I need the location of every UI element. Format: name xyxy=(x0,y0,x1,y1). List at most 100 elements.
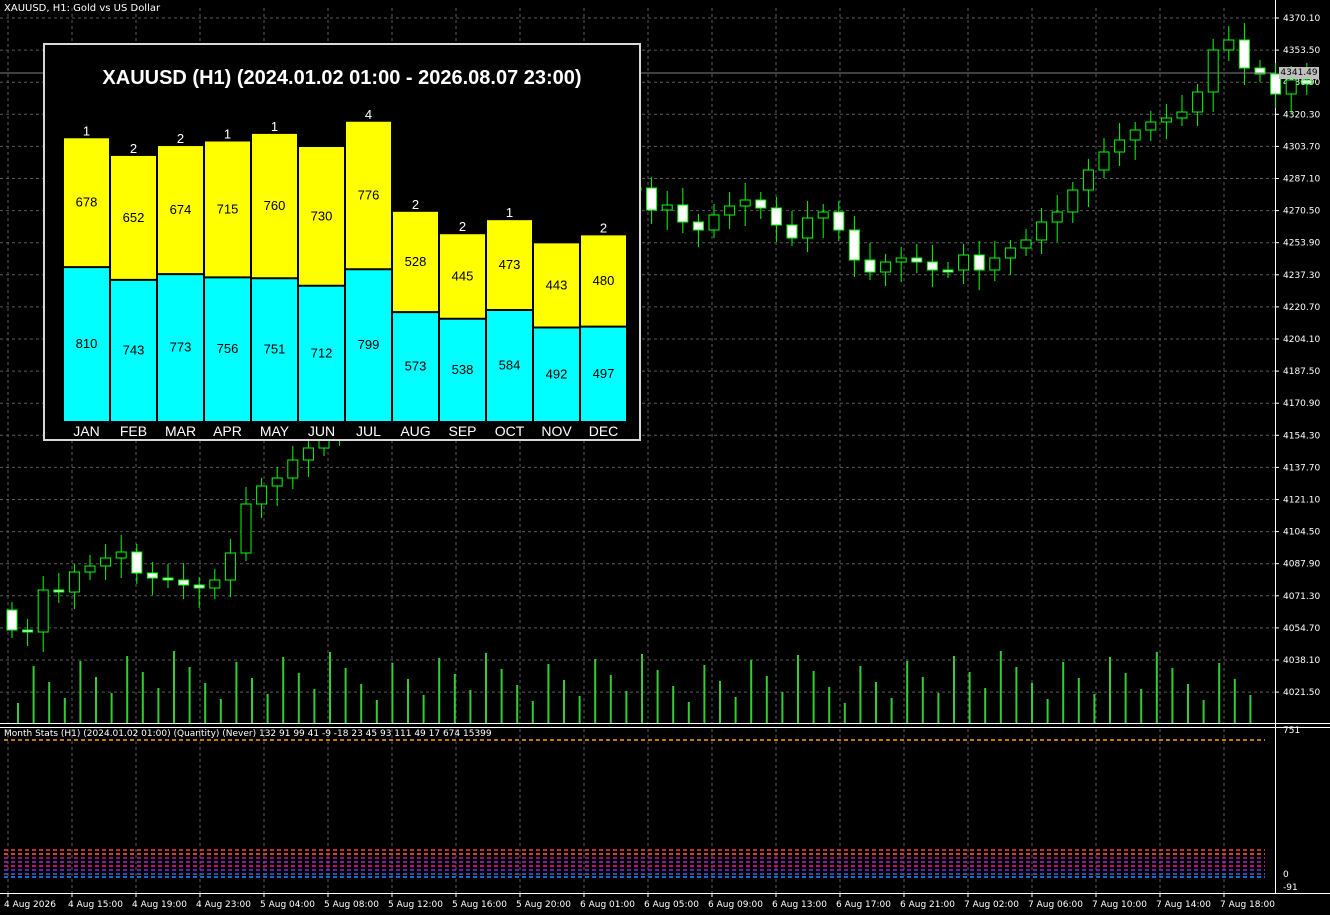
stats-value-top: 480 xyxy=(593,273,615,288)
candle-body xyxy=(287,459,299,479)
month-stats-panel: XAUUSD (H1) (2024.01.02 01:00 - 2026.08.… xyxy=(43,43,641,441)
candle-body xyxy=(770,207,782,226)
indicator-scale-top: 751 xyxy=(1283,726,1301,736)
time-label: 7 Aug 14:00 xyxy=(1156,900,1211,910)
time-label: 5 Aug 20:00 xyxy=(516,900,571,910)
candle-body xyxy=(755,199,767,209)
candle-body xyxy=(271,477,283,487)
stats-value-bottom: 538 xyxy=(452,362,474,377)
stats-count-label: 1 xyxy=(271,119,278,134)
stats-count-label: 1 xyxy=(506,205,513,220)
time-label: 6 Aug 13:00 xyxy=(772,900,827,910)
candle-body xyxy=(302,447,314,461)
candle-body xyxy=(256,485,268,505)
candle-body xyxy=(973,254,985,271)
stats-month-label: SEP xyxy=(448,423,476,439)
stats-count-label: 2 xyxy=(412,197,419,212)
price-label: 4054.70 xyxy=(1283,624,1320,634)
stats-value-top: 445 xyxy=(452,269,474,284)
price-label: 4270.50 xyxy=(1283,207,1320,217)
stats-value-bottom: 497 xyxy=(593,366,615,381)
stats-count-label: 2 xyxy=(600,220,607,235)
candle-body xyxy=(1067,189,1079,213)
stats-value-top: 730 xyxy=(311,208,333,223)
candle-body xyxy=(1145,121,1157,131)
time-label: 4 Aug 19:00 xyxy=(132,900,187,910)
chart-symbol-title: XAUUSD, H1: Gold vs US Dollar xyxy=(4,3,161,14)
indicator-scale-zero: 0 xyxy=(1283,870,1289,880)
candle-body xyxy=(1192,91,1204,113)
candle-body xyxy=(677,204,689,223)
time-label: 6 Aug 09:00 xyxy=(708,900,763,910)
stats-value-top: 776 xyxy=(358,187,380,202)
candle-body xyxy=(1238,39,1250,69)
candle-body xyxy=(1082,169,1094,191)
stats-value-top: 674 xyxy=(170,202,192,217)
candle-body xyxy=(661,204,673,211)
stats-month-label: JAN xyxy=(73,423,99,439)
price-label: 4104.50 xyxy=(1283,528,1320,538)
candle-body xyxy=(6,609,18,631)
stats-value-bottom: 712 xyxy=(311,345,333,360)
stats-value-top: 715 xyxy=(217,201,239,216)
stats-month-label: APR xyxy=(213,423,242,439)
candle-body xyxy=(1285,79,1297,95)
candle-body xyxy=(1114,139,1126,153)
candle-body xyxy=(646,187,658,211)
candle-body xyxy=(240,503,252,554)
candle-body xyxy=(146,572,158,579)
candle-body xyxy=(1129,129,1141,141)
price-label: 4320.30 xyxy=(1283,110,1320,120)
stats-count-label: 4 xyxy=(365,107,372,122)
candle-body xyxy=(1004,247,1016,259)
stats-value-bottom: 743 xyxy=(123,342,145,357)
candle-body xyxy=(178,579,190,586)
price-label: 4237.30 xyxy=(1283,271,1320,281)
time-label: 5 Aug 16:00 xyxy=(452,900,507,910)
indicator-scale-bottom: -91 xyxy=(1283,883,1298,893)
stats-value-top: 473 xyxy=(499,257,521,272)
time-label: 5 Aug 12:00 xyxy=(388,900,443,910)
stats-month-label: AUG xyxy=(400,423,430,439)
candle-body xyxy=(1098,151,1110,171)
candle-body xyxy=(724,205,736,216)
stats-value-top: 678 xyxy=(76,195,98,210)
candle-body xyxy=(1051,211,1063,223)
time-label: 5 Aug 04:00 xyxy=(260,900,315,910)
candle-body xyxy=(926,261,938,271)
stats-month-label: FEB xyxy=(120,423,147,439)
stats-value-bottom: 492 xyxy=(546,366,568,381)
price-label: 4137.70 xyxy=(1283,463,1320,473)
indicator-title: Month Stats (H1) (2024.01.02 01:00) (Qua… xyxy=(4,729,492,739)
candle-body xyxy=(1036,221,1048,241)
stats-month-label: JUL xyxy=(356,423,381,439)
stats-count-label: 1 xyxy=(224,127,231,142)
stats-value-bottom: 799 xyxy=(358,337,380,352)
candle-body xyxy=(802,217,814,239)
price-label: 4121.10 xyxy=(1283,496,1320,506)
candle-body xyxy=(224,552,236,581)
stats-value-top: 443 xyxy=(546,277,568,292)
candle-body xyxy=(84,565,96,573)
stats-count-label: 2 xyxy=(130,141,137,156)
time-label: 6 Aug 05:00 xyxy=(644,900,699,910)
time-label: 4 Aug 23:00 xyxy=(196,900,251,910)
price-label: 4071.30 xyxy=(1283,592,1320,602)
time-label: 7 Aug 06:00 xyxy=(1028,900,1083,910)
candle-body xyxy=(895,257,907,263)
candle-body xyxy=(1176,111,1188,119)
candle-body xyxy=(162,577,174,581)
candle-body xyxy=(131,551,143,574)
stats-month-label: MAR xyxy=(165,423,196,439)
candle-body xyxy=(1207,49,1219,93)
candle-body xyxy=(848,229,860,261)
candle-body xyxy=(864,259,876,273)
candle-body xyxy=(989,257,1001,271)
stats-month-label: DEC xyxy=(589,423,619,439)
time-label: 7 Aug 02:00 xyxy=(964,900,1019,910)
stats-value-bottom: 756 xyxy=(217,341,239,356)
candle-body xyxy=(817,211,829,219)
time-label: 4 Aug 15:00 xyxy=(68,900,123,910)
time-label: 4 Aug 2026 xyxy=(4,900,56,910)
current-price-tag: 4341.49 xyxy=(1279,67,1319,79)
